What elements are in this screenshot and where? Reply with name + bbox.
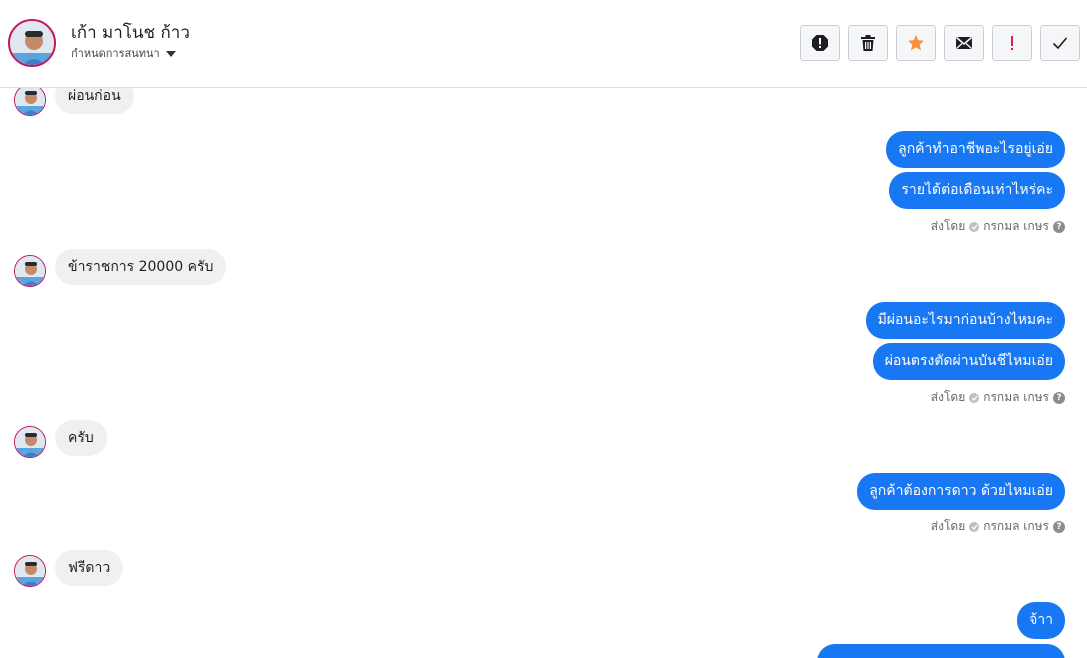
mark-unread-button[interactable]	[944, 25, 984, 61]
sent-by-prefix: ส่งโดย	[930, 219, 966, 233]
incoming-message: ข้าราชการ 20000 ครับ	[55, 249, 227, 285]
envelope-icon	[956, 36, 972, 49]
follow-up-button[interactable]	[992, 25, 1032, 61]
report-spam-button[interactable]	[800, 25, 840, 61]
incoming-message: ผ่อนก่อน	[55, 88, 134, 114]
contact-name: เก้า มาโนช ก้าว	[71, 23, 190, 43]
sent-by-agent: กรกมล เกษร	[983, 219, 1049, 233]
checkmark-icon	[1052, 37, 1068, 50]
outgoing-message: รายได้ต่อเดือนเท่าไหร่คะ	[889, 172, 1065, 209]
exclamation-icon	[1011, 36, 1013, 50]
verified-icon	[969, 521, 980, 532]
sent-by-agent: กรกมล เกษร	[983, 390, 1049, 404]
star-button[interactable]	[896, 25, 936, 61]
message-thread[interactable]: ผ่อนก่อน ลูกค้าทำอาชีพอะไรอยู่เอ่ย รายได…	[0, 88, 1087, 658]
mark-done-button[interactable]	[1040, 25, 1080, 61]
sent-by-label: ส่งโดย กรกมล เกษร ?	[931, 517, 1065, 536]
star-icon	[908, 35, 924, 51]
sent-by-agent: กรกมล เกษร	[983, 519, 1049, 533]
verified-icon	[969, 392, 980, 403]
question-icon[interactable]: ?	[1053, 520, 1065, 533]
outgoing-message-partial	[817, 644, 1065, 658]
verified-icon	[969, 221, 980, 232]
assign-label: กำหนดการสนทนา	[71, 47, 160, 60]
delete-button[interactable]	[848, 25, 888, 61]
avatar	[14, 255, 46, 287]
incoming-message: ฟรีดาว	[55, 550, 124, 586]
incoming-message: ครับ	[55, 420, 107, 456]
outgoing-message: จ้าา	[1017, 602, 1065, 639]
avatar	[14, 555, 46, 587]
sent-by-label: ส่งโดย กรกมล เกษร ?	[931, 388, 1065, 407]
outgoing-message: ลูกค้าทำอาชีพอะไรอยู่เอ่ย	[886, 131, 1065, 168]
alert-circle-icon	[812, 35, 828, 51]
outgoing-message: ลูกค้าต้องการดาว ด้วยไหมเอ่ย	[857, 473, 1065, 510]
sent-by-label: ส่งโดย กรกมล เกษร ?	[931, 217, 1065, 236]
trash-icon	[861, 35, 875, 51]
assign-conversation-dropdown[interactable]: กำหนดการสนทนา	[71, 44, 176, 62]
avatar	[14, 88, 46, 116]
question-icon[interactable]: ?	[1053, 391, 1065, 404]
caret-down-icon	[165, 50, 176, 57]
sent-by-prefix: ส่งโดย	[930, 519, 966, 533]
outgoing-message: มีผ่อนอะไรมาก่อนบ้างไหมคะ	[865, 302, 1065, 339]
avatar	[14, 426, 46, 458]
outgoing-message: ผ่อนตรงตัดผ่านบันชีไหมเอ่ย	[872, 343, 1065, 380]
contact-avatar[interactable]	[8, 19, 56, 67]
sent-by-prefix: ส่งโดย	[930, 390, 966, 404]
conversation-header: เก้า มาโนช ก้าว กำหนดการสนทนา	[0, 0, 1087, 88]
question-icon[interactable]: ?	[1053, 220, 1065, 233]
conversation-actions	[800, 25, 1080, 61]
